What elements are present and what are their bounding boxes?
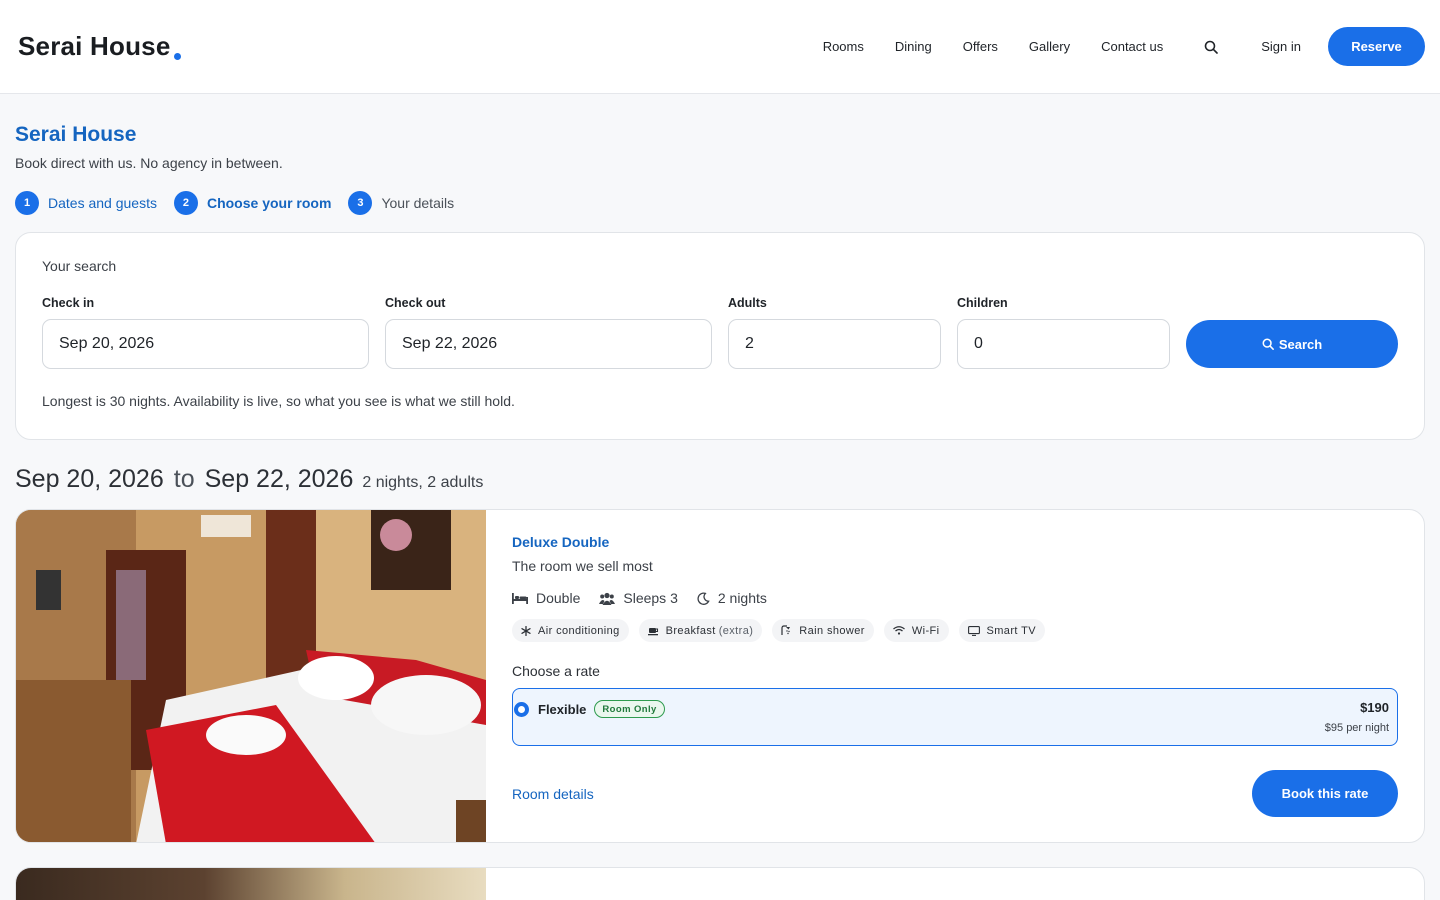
nav-offers[interactable]: Offers [963, 39, 998, 54]
room-card: Deluxe Double The room we sell most Doub… [15, 509, 1425, 843]
check-in-input[interactable]: Sep 20, 2026 [42, 319, 369, 369]
amenity-extra: (extra) [718, 624, 754, 637]
children-field-group: Children 0 [957, 296, 1170, 369]
search-button-label: Search [1278, 336, 1323, 352]
main-nav: Rooms Dining Offers Gallery Contact us [823, 39, 1164, 54]
search-fields: Check in Sep 20, 2026 Check out Sep 22, … [42, 296, 1398, 369]
shower-icon [781, 625, 791, 635]
search-button[interactable]: Search [1186, 320, 1398, 368]
step-number: 1 [15, 191, 39, 215]
adults-field-group: Adults 2 [728, 296, 941, 369]
results-to-word: to [173, 465, 195, 493]
users-icon [599, 592, 616, 605]
room-meta: Double Sleeps 3 2 nights [512, 590, 1398, 606]
check-out-label: Check out [385, 296, 446, 310]
rate-radio-selected[interactable] [514, 702, 529, 717]
page-title: Serai House [15, 123, 137, 146]
rate-name: Flexible [538, 701, 587, 717]
search-card: Your search Check in Sep 20, 2026 Check … [15, 232, 1425, 440]
book-rate-button[interactable]: Book this rate [1252, 770, 1398, 817]
bed-type-label: Double [536, 590, 581, 606]
room-photo[interactable] [16, 868, 486, 900]
room-card [15, 867, 1425, 900]
rate-total: $190 [1360, 700, 1389, 715]
adults-input[interactable]: 2 [728, 319, 941, 369]
rate-per-night: $95 per night [1324, 722, 1389, 734]
rate-option-flexible[interactable]: Flexible Room Only $190 $95 per night [512, 688, 1398, 746]
bed-icon [512, 593, 528, 604]
room-photo[interactable] [16, 510, 486, 842]
page-tagline: Book direct with us. No agency in betwee… [15, 155, 283, 171]
top-navigation-bar: Serai House Rooms Dining Offers Gallery … [0, 0, 1440, 94]
results-heading: Sep 20, 2026 to Sep 22, 2026 2 nights, 2… [15, 465, 1425, 494]
sign-in-link[interactable]: Sign in [1261, 39, 1301, 54]
snowflake-icon [521, 625, 531, 636]
amenity-label: Wi-Fi [911, 624, 940, 637]
check-out-input[interactable]: Sep 22, 2026 [385, 319, 712, 369]
sleeps-label: Sleeps 3 [623, 590, 678, 606]
booking-steps: 1 Dates and guests 2 Choose your room 3 … [15, 191, 1425, 215]
check-in-field-group: Check in Sep 20, 2026 [42, 296, 369, 369]
results-summary: 2 nights, 2 adults [362, 474, 484, 491]
room-capacity: Sleeps 3 [599, 590, 678, 606]
nav-dining[interactable]: Dining [895, 39, 932, 54]
step-number: 3 [348, 191, 373, 215]
nav-rooms[interactable]: Rooms [823, 39, 864, 54]
logo-text: Serai House [18, 31, 171, 61]
amenity-label: Air conditioning [538, 624, 620, 637]
results-to-date: Sep 22, 2026 [204, 465, 354, 493]
stay-length: 2 nights [697, 590, 767, 606]
amenity-air-conditioning: Air conditioning [512, 619, 629, 642]
nav-contact[interactable]: Contact us [1101, 39, 1163, 54]
amenity-list: Air conditioning Breakfast (extra) Rain … [512, 619, 1398, 642]
coffee-cup-icon [647, 627, 658, 635]
adults-label: Adults [728, 296, 767, 310]
room-card-footer: Room details Book this rate [512, 770, 1398, 817]
rate-section-title: Choose a rate [512, 663, 600, 679]
rate-price: $190 $95 per night [1325, 700, 1389, 734]
step-label: Choose your room [206, 195, 332, 211]
step-number: 2 [173, 191, 198, 215]
room-photo-illustration [16, 510, 486, 842]
search-card-title: Your search [42, 258, 117, 274]
amenity-breakfast: Breakfast (extra) [638, 619, 763, 642]
bed-type: Double [512, 590, 580, 606]
amenity-wifi: Wi-Fi [883, 619, 949, 642]
step-label: Dates and guests [48, 195, 157, 211]
search-note: Longest is 30 nights. Availability is li… [42, 393, 515, 409]
logo-dot [173, 53, 181, 60]
step-label: Your details [381, 195, 455, 211]
search-icon[interactable] [1203, 39, 1219, 55]
reserve-button[interactable]: Reserve [1328, 27, 1425, 66]
children-input[interactable]: 0 [957, 319, 1170, 369]
wifi-icon [892, 626, 905, 635]
results-from-date: Sep 20, 2026 [15, 465, 164, 493]
room-info: Deluxe Double The room we sell most Doub… [486, 510, 1424, 842]
room-details-link[interactable]: Room details [512, 786, 594, 802]
nights-label: 2 nights [717, 590, 767, 606]
check-in-label: Check in [42, 296, 95, 310]
nav-gallery[interactable]: Gallery [1029, 39, 1070, 54]
site-logo[interactable]: Serai House [18, 31, 181, 62]
room-subtitle: The room we sell most [512, 558, 653, 574]
step-dates-guests[interactable]: 1 Dates and guests [15, 191, 157, 215]
main-content: Serai House Book direct with us. No agen… [0, 123, 1440, 900]
children-label: Children [957, 296, 1008, 310]
amenity-smart-tv: Smart TV [958, 619, 1045, 642]
room-name[interactable]: Deluxe Double [512, 534, 1398, 550]
step-choose-room[interactable]: 2 Choose your room [173, 191, 332, 215]
amenity-label: Smart TV [986, 624, 1036, 637]
tv-icon [967, 625, 980, 636]
moon-icon [697, 591, 710, 605]
check-out-field-group: Check out Sep 22, 2026 [385, 296, 712, 369]
rate-badge: Room Only [594, 700, 665, 718]
step-your-details: 3 Your details [348, 191, 454, 215]
amenity-label: Breakfast [665, 624, 716, 637]
amenity-label: Rain shower [799, 624, 865, 637]
amenity-rain-shower: Rain shower [772, 619, 874, 642]
rate-name-row: Flexible Room Only [538, 700, 1389, 718]
search-icon [1262, 338, 1274, 350]
